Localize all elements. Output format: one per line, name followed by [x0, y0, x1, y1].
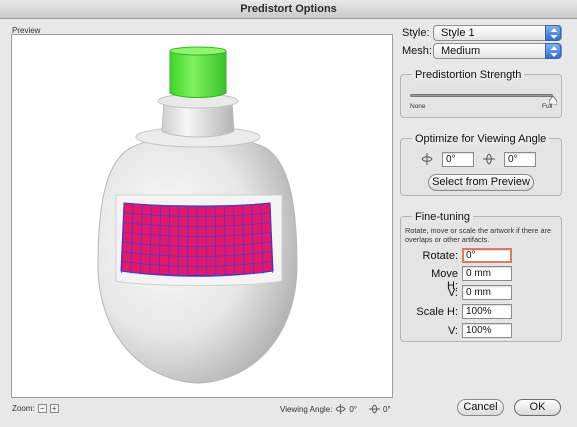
mesh-select[interactable]: Medium [433, 43, 562, 59]
viewing-angle-readout: Viewing Angle: 0° 0° [280, 404, 391, 414]
vertical-angle-icon [483, 153, 495, 165]
move-h-field[interactable]: 0 mm [462, 266, 512, 281]
zoom-controls: Zoom: − + [12, 404, 59, 413]
zoom-out-button[interactable]: − [37, 404, 47, 413]
horizontal-angle-readout: 0° [349, 404, 357, 414]
strength-slider-track[interactable] [410, 94, 553, 97]
move-v-label: V: [448, 287, 458, 299]
bottle-preview-illustration [97, 46, 298, 384]
bottle-cap [169, 50, 227, 98]
vertical-rotate-icon [369, 404, 380, 414]
style-select-value: Style 1 [441, 27, 475, 39]
mesh-select-value: Medium [441, 45, 481, 57]
viewing-angle-title: Optimize for Viewing Angle [412, 133, 550, 145]
vertical-angle-readout: 0° [383, 404, 391, 414]
rotate-label: Rotate: [422, 250, 458, 262]
zoom-label: Zoom: [12, 404, 35, 413]
cancel-button[interactable]: Cancel [457, 399, 504, 416]
ok-button[interactable]: OK [514, 399, 561, 416]
scale-h-field[interactable]: 100% [462, 304, 512, 319]
fine-tuning-title: Fine-tuning [412, 211, 474, 223]
horizontal-rotate-icon [335, 404, 346, 414]
horizontal-angle-field[interactable]: 0° [442, 152, 474, 167]
rotate-field[interactable]: 0° [462, 248, 512, 263]
strength-max-label: Full [542, 103, 553, 110]
style-label: Style: [402, 27, 430, 39]
select-from-preview-button[interactable]: Select from Preview [428, 174, 534, 191]
vertical-angle-field[interactable]: 0° [504, 152, 536, 167]
preview-canvas[interactable] [11, 34, 393, 398]
move-v-field[interactable]: 0 mm [462, 285, 512, 300]
style-select-arrows-icon [545, 25, 561, 41]
predistort-options-dialog: Predistort Options Preview Zoom: − + Vie… [0, 0, 577, 427]
strength-min-label: None [410, 103, 426, 110]
zoom-in-button[interactable]: + [49, 404, 59, 413]
fine-tuning-description: Rotate, move or scale the artwork if the… [405, 226, 552, 244]
horizontal-angle-icon [421, 153, 433, 165]
scale-v-field[interactable]: 100% [462, 323, 512, 338]
predistortion-strength-title: Predistortion Strength [412, 69, 525, 81]
scale-v-label: V: [448, 325, 458, 337]
mesh-label: Mesh: [402, 45, 432, 57]
viewing-angle-label: Viewing Angle: [280, 404, 333, 414]
scale-h-label: Scale H: [416, 306, 458, 318]
window-title: Predistort Options [0, 0, 577, 19]
mesh-select-arrows-icon [545, 43, 561, 59]
style-select[interactable]: Style 1 [433, 25, 562, 41]
